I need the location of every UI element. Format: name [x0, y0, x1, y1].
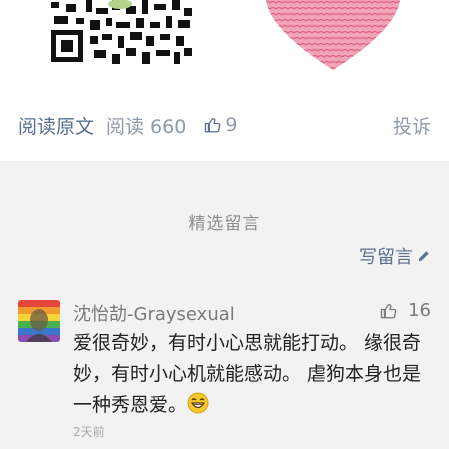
comment-body: 爱很奇妙，有时小心思就能打动。 缘很奇妙，有时小心机就能感动。 虐狗本身也是一种…: [73, 328, 431, 424]
report-link[interactable]: 投诉: [393, 112, 431, 139]
qr-code-image: [46, 0, 194, 66]
thumbs-up-icon: [205, 118, 221, 133]
featured-comments-title: 精选留言: [188, 214, 261, 234]
article-like-count: 9: [225, 114, 238, 136]
avatar[interactable]: [18, 300, 60, 342]
read-count: 阅读 660: [106, 115, 187, 138]
comment-timestamp: 2天前: [73, 425, 105, 439]
write-comment-label: 写留言: [359, 247, 413, 268]
comment-item: 沈怡劼-Graysexual 16 爱很奇妙，有时小心思就能打动。 缘很奇妙，有…: [0, 290, 449, 449]
pencil-icon: [418, 251, 429, 262]
write-comment-button[interactable]: 写留言: [359, 244, 431, 268]
read-original-link[interactable]: 阅读原文: [18, 112, 94, 139]
fingerprint-heart-image: [258, 0, 408, 72]
comment-text: 爱很奇妙，有时小心思就能打动。 缘很奇妙，有时小心机就能感动。 虐狗本身也是一种…: [73, 332, 422, 416]
grinning-face-icon: [187, 392, 209, 424]
article-stats-bar: 阅读原文 阅读 660 9 投诉: [18, 112, 431, 139]
article-like-button[interactable]: 9: [204, 114, 237, 136]
comment-author[interactable]: 沈怡劼-Graysexual: [73, 300, 235, 326]
comment-like-button[interactable]: 16: [380, 300, 431, 321]
article-footer: 阅读原文 阅读 660 9 投诉: [0, 0, 449, 161]
comment-like-count: 16: [408, 300, 431, 321]
thumbs-up-icon: [380, 303, 397, 318]
